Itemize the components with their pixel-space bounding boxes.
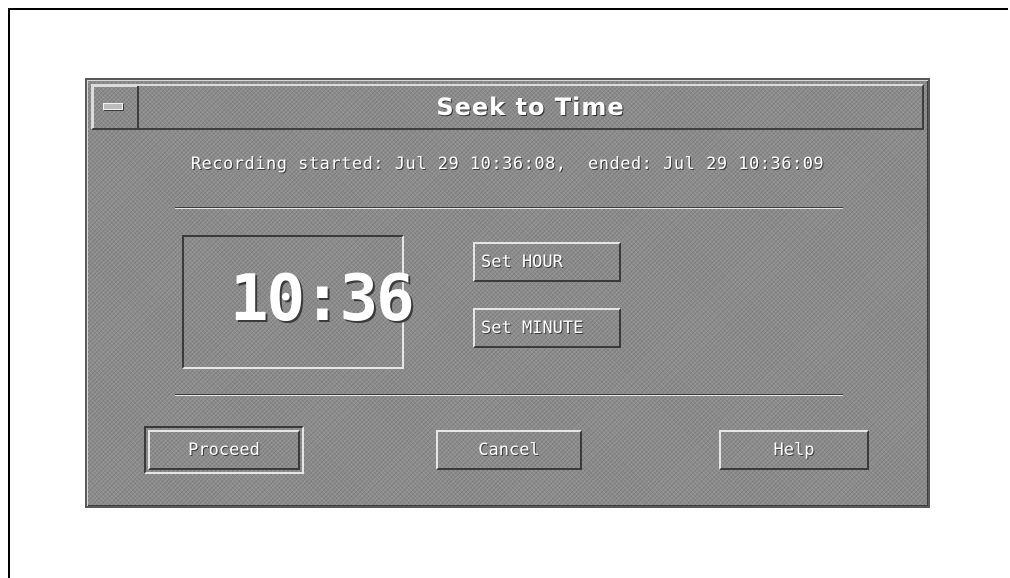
top-separator <box>175 207 843 209</box>
window-menu-icon <box>103 103 123 110</box>
cancel-button[interactable]: Cancel <box>436 430 582 470</box>
title-bar[interactable]: Seek to Time <box>91 84 924 130</box>
seek-to-time-dialog: Seek to Time Recording started: Jul 29 1… <box>85 78 930 508</box>
clock-display: 10:36 <box>182 235 415 369</box>
help-button[interactable]: Help <box>719 430 869 470</box>
set-minute-button[interactable]: Set MINUTE <box>473 308 621 348</box>
proceed-button[interactable]: Proceed <box>148 430 300 470</box>
clock-time: 10:36 <box>230 262 415 336</box>
window-menu-button[interactable] <box>93 86 139 128</box>
set-hour-button[interactable]: Set HOUR <box>473 242 621 282</box>
bottom-separator <box>175 394 843 396</box>
dialog-title: Seek to Time <box>436 93 625 121</box>
recording-info-text: Recording started: Jul 29 10:36:08, ende… <box>190 154 825 174</box>
